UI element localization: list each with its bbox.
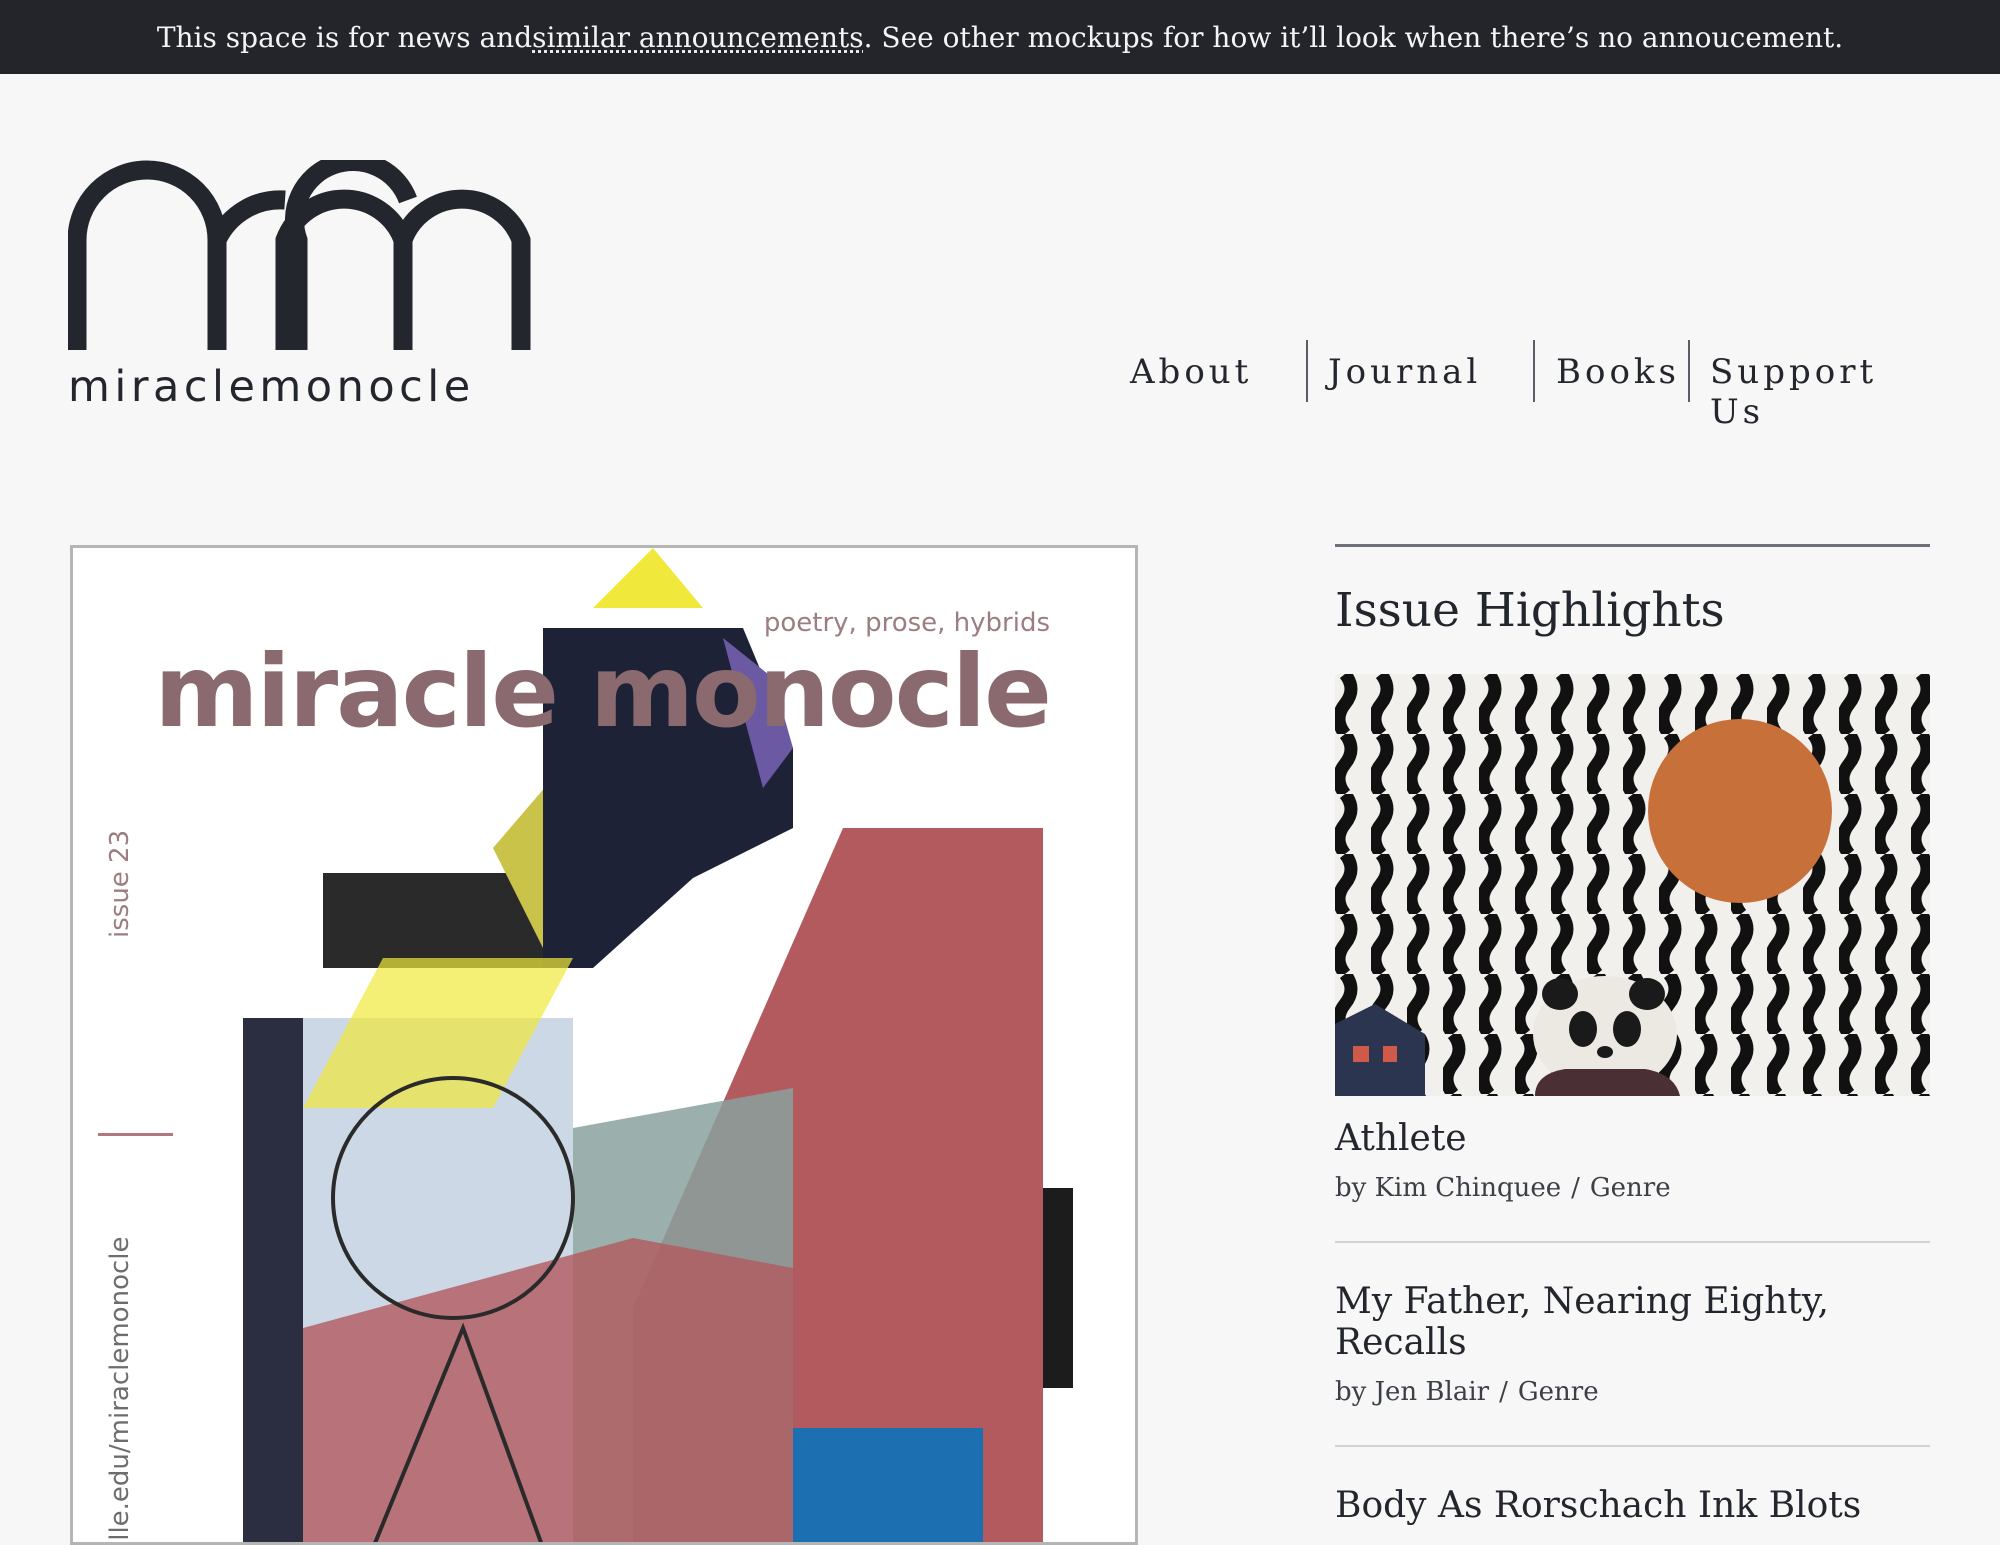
announcement-text-before: This space is for news and bbox=[157, 21, 532, 54]
athlete-artwork-image bbox=[1335, 674, 1930, 1096]
highlight-genre: Genre bbox=[1518, 1377, 1599, 1407]
highlight-title-link[interactable]: My Father, Nearing Eighty, Recalls bbox=[1335, 1281, 1930, 1363]
main-nav: About Journal Books Support Us bbox=[1110, 340, 1940, 410]
highlights-heading: Issue Highlights bbox=[1335, 583, 1930, 638]
issue-cover-image[interactable]: poetry, prose, hybrids miracle monocle i… bbox=[70, 545, 1138, 1545]
highlight-genre: Genre bbox=[1590, 1173, 1671, 1203]
highlight-author: by Jen Blair bbox=[1335, 1377, 1489, 1407]
meta-separator: / bbox=[1571, 1173, 1580, 1203]
nav-separator bbox=[1533, 340, 1535, 402]
nav-books[interactable]: Books bbox=[1556, 352, 1680, 392]
nav-separator bbox=[1688, 340, 1690, 402]
cover-title: miracle monocle bbox=[154, 633, 1050, 750]
highlight-meta: by Kim Chinquee / Genre bbox=[1335, 1173, 1930, 1203]
mm-logo-icon bbox=[68, 160, 538, 360]
nav-journal[interactable]: Journal bbox=[1328, 352, 1481, 392]
highlight-title-link[interactable]: Athlete bbox=[1335, 1118, 1930, 1159]
cover-rule bbox=[98, 1133, 173, 1136]
highlight-divider bbox=[1335, 1241, 1930, 1243]
highlight-meta: by Jen Blair / Genre bbox=[1335, 1377, 1930, 1407]
cover-url: ille.edu/miraclemonocle bbox=[105, 1237, 135, 1545]
nav-separator bbox=[1306, 340, 1308, 402]
cover-issue-number: issue 23 bbox=[105, 830, 135, 938]
issue-highlights-panel: Issue Highlights Athlete b bbox=[1335, 544, 1930, 1526]
highlight-author: by Kim Chinquee bbox=[1335, 1173, 1561, 1203]
highlight-item: My Father, Nearing Eighty, Recalls by Je… bbox=[1335, 1281, 1930, 1407]
highlight-item: Athlete by Kim Chinquee / Genre bbox=[1335, 1118, 1930, 1203]
site-logo[interactable]: miraclemonocle bbox=[68, 160, 538, 420]
highlight-divider bbox=[1335, 1445, 1930, 1447]
announcement-bar: This space is for news and similar annou… bbox=[0, 0, 2000, 74]
nav-support-us[interactable]: Support Us bbox=[1710, 352, 1940, 432]
logo-wordmark: miraclemonocle bbox=[68, 362, 538, 412]
highlight-item: Body As Rorschach Ink Blots bbox=[1335, 1485, 1930, 1526]
highlights-top-rule bbox=[1335, 544, 1930, 547]
nav-about[interactable]: About bbox=[1130, 352, 1252, 392]
highlight-thumbnail[interactable] bbox=[1335, 674, 1930, 1096]
announcement-link[interactable]: similar announcements bbox=[532, 21, 863, 54]
announcement-text-after: . See other mockups for how it’ll look w… bbox=[864, 21, 1844, 54]
highlight-title-link[interactable]: Body As Rorschach Ink Blots bbox=[1335, 1485, 1930, 1526]
meta-separator: / bbox=[1499, 1377, 1508, 1407]
